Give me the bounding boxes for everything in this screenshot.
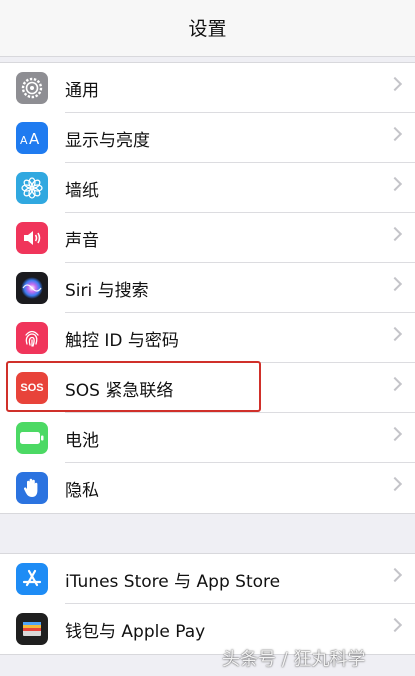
settings-row-label: iTunes Store 与 App Store bbox=[65, 572, 281, 592]
chevron-right-icon bbox=[387, 567, 403, 583]
settings-row-itunes-app-store[interactable]: iTunes Store 与 App Store bbox=[0, 554, 415, 604]
chevron-right-icon bbox=[387, 276, 403, 292]
watermark: 头条号 / 狂丸科学 bbox=[222, 649, 366, 670]
chevron-right-icon bbox=[387, 176, 403, 192]
settings-group-main: 通用 A A 显示与亮度 墙纸 声音 Siri 与搜索 触控 ID 与密码 SO… bbox=[0, 62, 415, 514]
settings-row-label: 墙纸 bbox=[65, 181, 99, 201]
settings-row-label: 触控 ID 与密码 bbox=[65, 331, 179, 351]
chevron-right-icon bbox=[387, 376, 403, 392]
chevron-right-icon bbox=[387, 326, 403, 342]
settings-row-label: 隐私 bbox=[65, 481, 99, 501]
wallpaper-flower-icon bbox=[16, 172, 48, 204]
settings-row-display-brightness[interactable]: A A 显示与亮度 bbox=[0, 113, 415, 163]
settings-row-battery[interactable]: 电池 bbox=[0, 413, 415, 463]
settings-row-label: Siri 与搜索 bbox=[65, 281, 149, 301]
settings-row-label: 显示与亮度 bbox=[65, 131, 150, 151]
settings-row-label: 声音 bbox=[65, 231, 99, 251]
settings-row-label: 电池 bbox=[65, 431, 99, 451]
settings-row-touch-id-passcode[interactable]: 触控 ID 与密码 bbox=[0, 313, 415, 363]
settings-group-store: iTunes Store 与 App Store 钱包与 Apple Pay bbox=[0, 553, 415, 655]
svg-text:A: A bbox=[20, 134, 28, 147]
wallet-icon bbox=[16, 613, 48, 645]
settings-row-privacy[interactable]: 隐私 bbox=[0, 463, 415, 513]
settings-row-label: 通用 bbox=[65, 81, 99, 101]
chevron-right-icon bbox=[387, 476, 403, 492]
hand-icon bbox=[16, 472, 48, 504]
speaker-icon bbox=[16, 222, 48, 254]
app-store-icon bbox=[16, 563, 48, 595]
page-title: 设置 bbox=[188, 18, 227, 40]
battery-icon bbox=[16, 422, 48, 454]
fingerprint-icon bbox=[16, 322, 48, 354]
siri-icon bbox=[16, 272, 48, 304]
gear-icon bbox=[16, 72, 48, 104]
chevron-right-icon bbox=[387, 617, 403, 633]
settings-row-sounds[interactable]: 声音 bbox=[0, 213, 415, 263]
chevron-right-icon bbox=[387, 76, 403, 92]
chevron-right-icon bbox=[387, 426, 403, 442]
highlight-annotation-box bbox=[6, 361, 261, 412]
chevron-right-icon bbox=[387, 226, 403, 242]
display-aa-icon: A A bbox=[16, 122, 48, 154]
settings-row-wallpaper[interactable]: 墙纸 bbox=[0, 163, 415, 213]
settings-row-siri-search[interactable]: Siri 与搜索 bbox=[0, 263, 415, 313]
navigation-bar: 设置 bbox=[0, 0, 415, 57]
chevron-right-icon bbox=[387, 126, 403, 142]
settings-row-label: 钱包与 Apple Pay bbox=[65, 622, 206, 642]
settings-row-general[interactable]: 通用 bbox=[0, 63, 415, 113]
svg-text:A: A bbox=[29, 130, 40, 148]
